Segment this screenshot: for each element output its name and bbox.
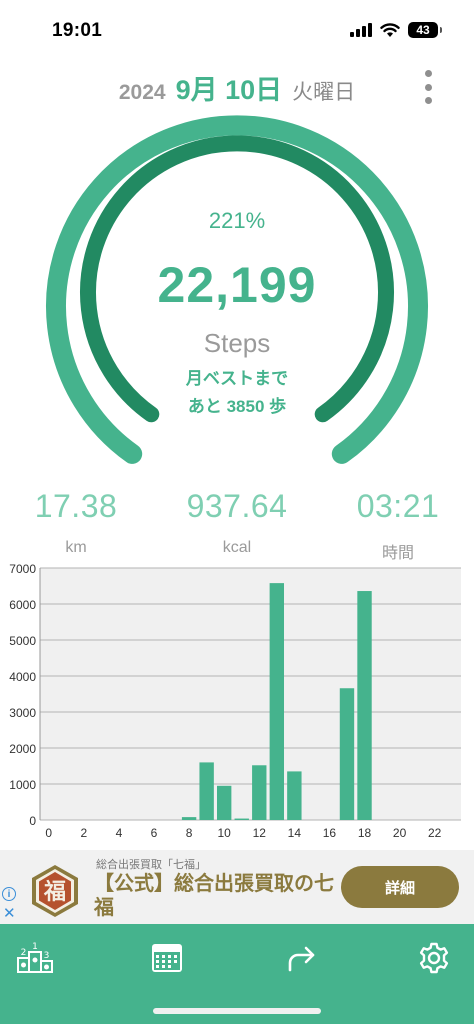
svg-text:3: 3	[44, 951, 50, 961]
chart-plot-area	[40, 568, 461, 820]
chart-xtick-label: 10	[218, 826, 232, 840]
status-icons: 43	[350, 22, 442, 38]
ranking-icon: 2 1 3	[17, 942, 53, 973]
date-weekday: 火曜日	[292, 81, 356, 104]
chart-xtick-label: 16	[323, 826, 337, 840]
duration-stat: 03:21 時間	[318, 488, 474, 563]
ad-close-icon[interactable]: ✕	[3, 904, 16, 922]
calendar-icon	[152, 944, 182, 972]
step-gauge: 221% 22,199 Steps 月ベストまで あと 3850 歩	[0, 108, 474, 468]
signal-icon	[350, 23, 372, 37]
chart-ytick-label: 5000	[9, 634, 36, 648]
calories-stat: 937.64 kcal	[157, 488, 317, 557]
chart-xtick-label: 0	[45, 826, 52, 840]
svg-text:1: 1	[32, 942, 38, 952]
chart-svg: 0 1000 2000 3000 4000 5000 6000 7000 0 2 4 6 8 10 12 14…	[9, 562, 461, 840]
chart-xtick-label: 18	[358, 826, 372, 840]
duration-unit: 時間	[381, 545, 414, 562]
step-count: 22,199	[157, 257, 317, 313]
ad-title[interactable]: 【公式】総合出張買取の七福	[94, 872, 334, 920]
share-icon	[288, 946, 315, 972]
tab-settings[interactable]	[412, 938, 456, 978]
chart-ytick-label: 7000	[9, 562, 36, 576]
svg-text:2: 2	[21, 948, 27, 958]
calories-value: 937.64	[186, 488, 288, 524]
ad-detail-button[interactable]: 詳細	[341, 866, 459, 908]
chart-bar	[199, 762, 214, 820]
monthly-best-label: 月ベストまで	[185, 369, 289, 388]
chart-bar	[252, 765, 267, 820]
chart-xtick-label: 14	[288, 826, 302, 840]
date-year: 2024	[118, 81, 166, 104]
chart-ytick-label: 4000	[9, 670, 36, 684]
chart-xtick-label: 6	[151, 826, 158, 840]
chart-xtick-label: 2	[81, 826, 88, 840]
chart-ytick-label: 0	[29, 814, 36, 828]
date-label[interactable]: 9月 10日	[176, 68, 283, 107]
goal-percent: 221%	[208, 208, 266, 233]
status-time: 19:01	[52, 20, 103, 41]
chart-ytick-label: 1000	[9, 778, 36, 792]
distance-unit: km	[65, 539, 87, 556]
more-dot-icon	[424, 83, 432, 91]
chart-xtick-label: 8	[186, 826, 193, 840]
chart-bar	[287, 771, 302, 820]
chart-xtick-label: 4	[116, 826, 123, 840]
distance-value: 17.38	[34, 488, 118, 524]
more-dot-icon	[424, 97, 432, 104]
chart-ytick-label: 2000	[9, 742, 36, 756]
stats-row: 17.38 km 937.64 kcal 03:21 時間	[0, 488, 474, 563]
chart-bar	[181, 817, 197, 820]
calories-unit: kcal	[222, 539, 252, 556]
status-bar: 19:01 43	[0, 0, 474, 60]
distance-stat: 17.38 km	[0, 488, 156, 557]
chart-bar	[234, 818, 249, 820]
chart-bar	[216, 785, 232, 820]
battery-icon: 43	[408, 22, 442, 38]
ad-logo-icon: 福	[32, 865, 78, 917]
chart-ytick-label: 6000	[9, 598, 36, 612]
hourly-steps-chart: 0 1000 2000 3000 4000 5000 6000 7000 0 2 4 6 8 10 12 14…	[0, 562, 474, 844]
duration-value: 03:21	[356, 488, 440, 524]
tab-share[interactable]	[280, 938, 324, 978]
tab-calendar[interactable]	[145, 938, 189, 978]
tab-ranking[interactable]: 2 1 3	[14, 938, 58, 978]
chart-bar	[339, 688, 355, 820]
ad-info-icon[interactable]: i	[2, 887, 16, 901]
chart-bar	[357, 591, 372, 820]
more-menu-button[interactable]	[418, 70, 438, 104]
steps-to-best: あと 3850 歩	[187, 397, 287, 416]
ad-logo-char: 福	[43, 880, 66, 905]
date-header: 2024 9月 10日 火曜日	[0, 68, 474, 108]
chart-xtick-label: 22	[428, 826, 442, 840]
chart-xtick-label: 20	[393, 826, 407, 840]
home-indicator	[153, 1008, 321, 1014]
more-dot-icon	[424, 70, 432, 77]
chart-bar	[269, 583, 285, 820]
ad-subtitle: 総合出張買取「七福」	[96, 859, 206, 871]
chart-ytick-label: 3000	[9, 706, 36, 720]
wifi-icon	[380, 22, 400, 37]
steps-label: Steps	[203, 328, 271, 358]
chart-xtick-label: 12	[253, 826, 267, 840]
gear-icon	[419, 942, 449, 974]
